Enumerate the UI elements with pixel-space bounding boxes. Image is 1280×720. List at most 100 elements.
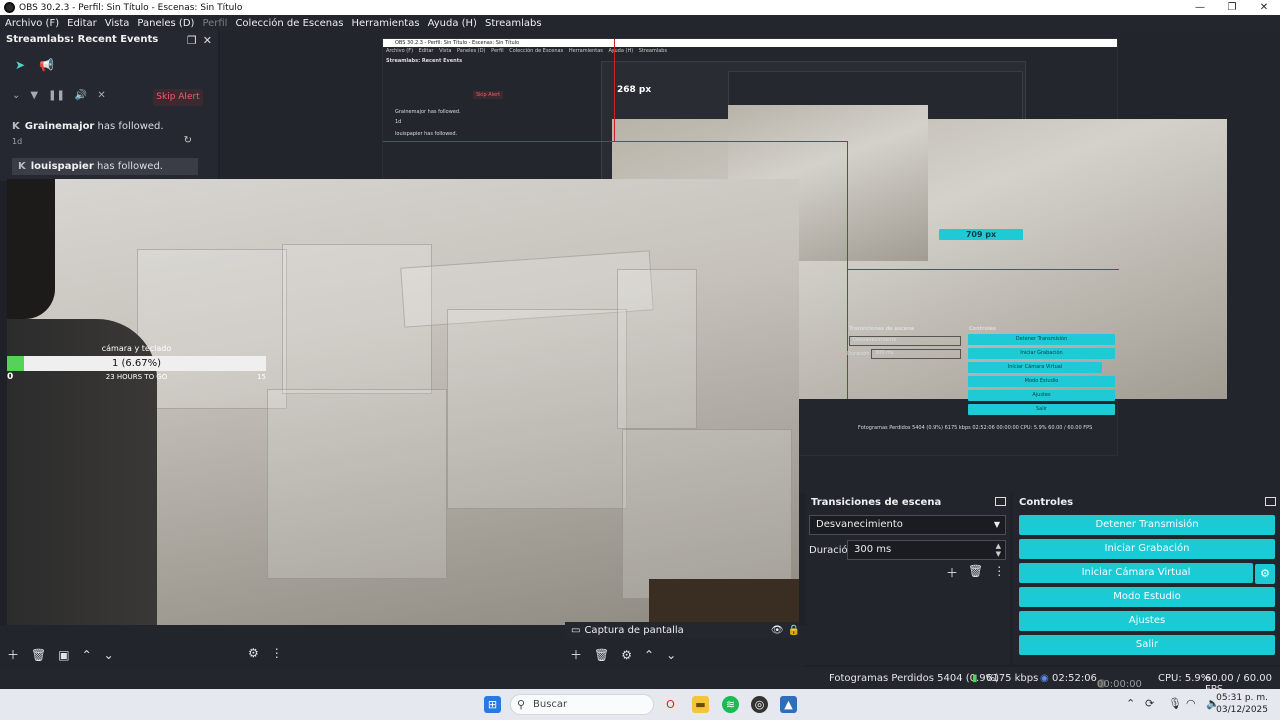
add-scene-icon[interactable]: ＋ [7, 646, 19, 663]
stream-icon: ◉ [1040, 673, 1049, 684]
lock-icon[interactable]: 🔒 [788, 625, 800, 636]
undock-icon[interactable] [995, 497, 1006, 506]
windows-start-icon[interactable]: ⊞ [484, 696, 501, 713]
menu-paneles[interactable]: Paneles (D) [137, 18, 194, 29]
more-icon[interactable]: ⋮ [271, 646, 283, 660]
spotify-icon[interactable]: ≋ [722, 696, 739, 713]
exit-button[interactable]: Salir [1019, 635, 1275, 655]
duration-input[interactable]: 300 ms ▲ ▼ [847, 540, 1006, 560]
transition-tools: ＋ 🗑 ⋮ [946, 564, 1005, 581]
close-dock-icon[interactable]: ✕ [203, 34, 212, 47]
event-item: Klouispapier has followed. [12, 158, 198, 175]
volume-icon[interactable]: 🔊 [75, 90, 87, 101]
scene-settings-icon[interactable]: ⚙ [248, 646, 259, 660]
transition-select[interactable]: Desvanecimiento ▼ [809, 515, 1006, 535]
start-virtual-camera-button[interactable]: Iniciar Cámara Virtual [1019, 563, 1253, 583]
float-dock-icon[interactable]: ❐ [187, 34, 197, 47]
close-button[interactable]: ✕ [1248, 0, 1280, 15]
minimize-button[interactable]: — [1184, 0, 1216, 15]
source-down-icon[interactable]: ⌄ [666, 648, 676, 662]
skip-alert-button[interactable]: Skip Alert [153, 89, 203, 106]
paper-sheet [267, 389, 447, 579]
add-transition-icon[interactable]: ＋ [946, 564, 958, 581]
nested-menu-item: Ayuda (H) [608, 48, 634, 54]
move-down-icon[interactable]: ⌄ [104, 648, 114, 662]
menu-bar: Archivo (F) Editar Vista Paneles (D) Per… [0, 15, 1280, 31]
nested-event-1-time: 1d [395, 119, 402, 125]
menu-coleccion-escenas[interactable]: Colección de Escenas [235, 18, 343, 29]
nested-menu: Archivo (F) Editar Vista Paneles (D) Per… [383, 47, 1117, 55]
transition-more-icon[interactable]: ⋮ [993, 564, 1005, 581]
settings-button[interactable]: Ajustes [1019, 611, 1275, 631]
source-item[interactable]: ▭ Captura de pantalla 👁 🔒 [565, 622, 800, 638]
menu-perfil[interactable]: Perfil [202, 18, 227, 29]
opera-icon[interactable]: O [662, 696, 679, 713]
maximize-button[interactable]: ❐ [1216, 0, 1248, 15]
pause-icon[interactable]: ❚❚ [48, 90, 65, 101]
controls-panel: Controles Detener Transmisión Iniciar Gr… [1013, 493, 1280, 665]
remove-transition-icon[interactable]: 🗑 [968, 564, 983, 581]
nested-skip-alert: Skip Alert [473, 91, 504, 99]
file-explorer-icon[interactable]: ▬ [692, 696, 709, 713]
source-up-icon[interactable]: ⌃ [644, 648, 654, 662]
mute-alerts-icon[interactable]: ✕ [97, 90, 105, 101]
nested-menu-item: Paneles (D) [457, 48, 486, 54]
duration-value: 300 ms [854, 544, 892, 555]
event-action: has followed. [93, 161, 163, 172]
remove-source-icon[interactable]: 🗑 [594, 648, 609, 662]
obs-logo-icon [4, 2, 15, 13]
window-controls: — ❐ ✕ [1184, 0, 1280, 15]
send-icon[interactable]: ➤ [15, 58, 25, 72]
obs-taskbar-icon[interactable]: ◎ [751, 696, 768, 713]
source-label: Captura de pantalla [584, 624, 684, 636]
start-recording-button[interactable]: Iniciar Grabación [1019, 539, 1275, 559]
nested-button: Ajustes [968, 390, 1115, 401]
undock-icon[interactable] [1265, 497, 1276, 506]
measure-label-top: 268 px [617, 85, 652, 95]
stop-stream-button[interactable]: Detener Transmisión [1019, 515, 1275, 535]
bitrate: 6175 kbps [986, 673, 1039, 684]
menu-streamlabs[interactable]: Streamlabs [485, 18, 542, 29]
goal-remaining: 23 HOURS TO GO [105, 373, 168, 381]
replay-icon[interactable]: ↻ [184, 135, 192, 146]
remove-scene-icon[interactable]: 🗑 [31, 648, 46, 662]
obs-window: OBS 30.2.3 - Perfil: Sin Título - Escena… [0, 0, 1280, 720]
wifi-icon[interactable]: ◠ [1186, 697, 1196, 710]
paper-sheet [622, 429, 792, 599]
clock[interactable]: 05:31 p. m. 03/12/2025 [1216, 692, 1268, 716]
studio-mode-button[interactable]: Modo Estudio [1019, 587, 1275, 607]
menu-ayuda[interactable]: Ayuda (H) [428, 18, 477, 29]
megaphone-icon[interactable]: 📢 [39, 58, 54, 72]
menu-herramientas[interactable]: Herramientas [351, 18, 419, 29]
nested-title: OBS 30.2.3 - Perfil: Sin Título - Escena… [383, 39, 1117, 47]
camera-source[interactable] [7, 179, 799, 625]
status-bar: Fotogramas Perdidos 5404 (0.9%) ▮ 6175 k… [0, 667, 1280, 695]
scene-filter-icon[interactable]: ▣ [58, 648, 69, 662]
nested-menu-item: Perfil [491, 48, 504, 54]
menu-editar[interactable]: Editar [67, 18, 97, 29]
kick-icon: K [18, 161, 26, 172]
taskbar-search[interactable]: ⚲ Buscar [510, 694, 654, 715]
move-up-icon[interactable]: ⌃ [82, 648, 92, 662]
photos-icon[interactable]: ▲ [780, 696, 797, 713]
virtual-camera-settings-button[interactable]: ⚙ [1255, 564, 1275, 584]
source-properties-icon[interactable]: ⚙ [621, 648, 632, 662]
microphone-icon[interactable]: 🎙 [1168, 697, 1182, 710]
goal-end: 15 [257, 373, 266, 381]
tray-chevron-icon[interactable]: ⌃ [1126, 697, 1135, 710]
bounding-box-line [847, 269, 1119, 270]
menu-vista[interactable]: Vista [105, 18, 130, 29]
add-source-icon[interactable]: ＋ [570, 646, 582, 663]
visibility-icon[interactable]: 👁 [771, 625, 784, 636]
event-user: Grainemajor [24, 121, 95, 132]
chevron-down-icon[interactable]: ⌄ [12, 90, 20, 101]
filter-icon[interactable]: ▼ [30, 90, 38, 101]
spin-arrows-icon[interactable]: ▲ ▼ [996, 542, 1001, 558]
goal-footer: 0 23 HOURS TO GO 15 [7, 372, 266, 383]
menu-archivo[interactable]: Archivo (F) [5, 18, 59, 29]
sync-icon[interactable]: ⟳ [1145, 697, 1154, 710]
clock-time: 05:31 p. m. [1216, 693, 1268, 703]
scene-settings-toolbar: ⚙ ⋮ [248, 646, 283, 660]
gear-icon: ⚙ [1260, 567, 1270, 580]
nested-event-1: Grainemajor has followed. [395, 109, 461, 115]
